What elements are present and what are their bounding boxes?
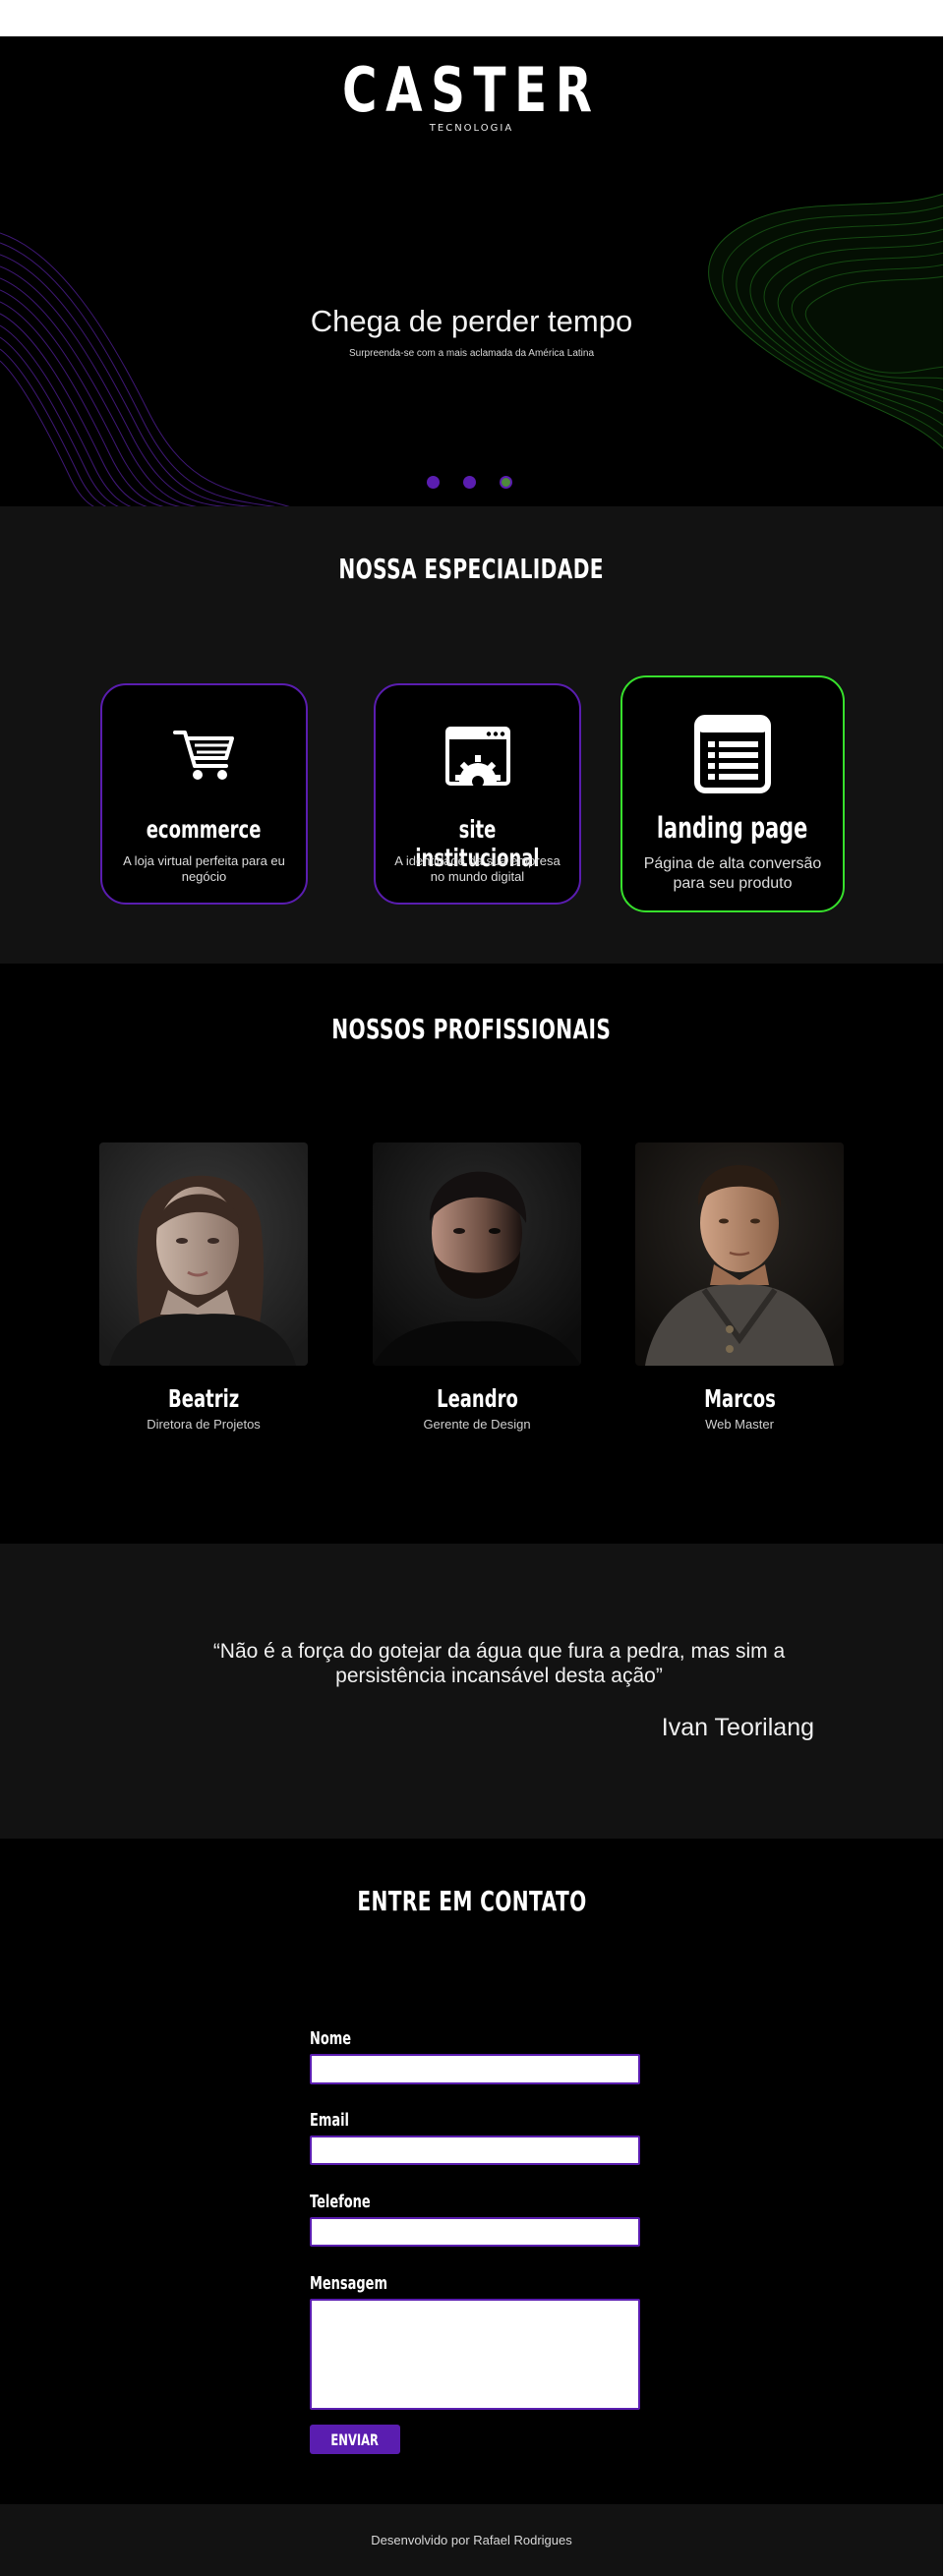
carousel-indicators — [427, 476, 512, 489]
card-description: Página de alta conversão para seu produt… — [643, 855, 822, 892]
caster-logo[interactable]: CASTER TECNOLOGIA — [0, 54, 943, 135]
photo-beatriz — [99, 1142, 308, 1366]
name-input[interactable] — [310, 2054, 640, 2084]
card-description: A loja virtual perfeita para eu negócio — [123, 853, 285, 885]
professional-name: Marcos — [703, 1384, 776, 1413]
photo-marcos — [635, 1142, 844, 1366]
hero-subtitle: Surpreenda-se com a mais aclamada da Amé… — [348, 348, 595, 359]
quote-section: “Não é a força do gotejar da água que fu… — [0, 1544, 943, 1839]
card-description: A identidade da sua empresa no mundo dig… — [394, 853, 561, 885]
name-label: Nome — [310, 2028, 352, 2049]
professional-name: Leandro — [436, 1384, 518, 1413]
specialty-title: NOSSA ESPECIALIDADE — [338, 553, 605, 585]
purple-wave-decoration — [0, 232, 290, 506]
hero-title: Chega de perder tempo — [310, 304, 633, 338]
email-label: Email — [310, 2110, 349, 2131]
specialty-section: NOSSA ESPECIALIDADE ecommerce A loja vir… — [0, 506, 943, 964]
logo-title: CASTER — [342, 54, 601, 126]
page: CASTER TECNOLOGIA Chega de perder tempo … — [0, 0, 945, 2576]
footer-credit: Desenvolvido por Rafael Rodrigues — [371, 2533, 572, 2547]
contact-title: ENTRE EM CONTATO — [356, 1885, 587, 1917]
cart-icon — [102, 727, 306, 784]
professional-name: Beatriz — [167, 1384, 240, 1413]
professionals-title: NOSSOS PROFISSIONAIS — [331, 1013, 612, 1045]
professionals-section: NOSSOS PROFISSIONAIS Beatriz Diretora de — [0, 964, 943, 1544]
contact-section: ENTRE EM CONTATO Nome Email Telefone Men… — [0, 1839, 943, 2504]
browser-gear-icon — [376, 727, 579, 786]
message-textarea[interactable] — [310, 2299, 640, 2410]
professional-role: Gerente de Design — [423, 1417, 531, 1432]
photo-leandro — [373, 1142, 581, 1366]
footer: Desenvolvido por Rafael Rodrigues — [0, 2504, 943, 2576]
card-title: landing page — [657, 811, 808, 845]
carousel-dot-2[interactable] — [463, 476, 476, 489]
quote-author: Ivan Teorilang — [661, 1714, 814, 1741]
card-ecommerce[interactable]: ecommerce A loja virtual perfeita para e… — [100, 683, 308, 905]
professional-role: Web Master — [705, 1417, 774, 1432]
professional-role: Diretora de Projetos — [147, 1417, 261, 1432]
send-button[interactable]: ENVIAR — [310, 2425, 400, 2454]
phone-label: Telefone — [310, 2192, 371, 2212]
carousel-dot-3[interactable] — [500, 476, 512, 489]
card-landing-page[interactable]: landing page Página de alta conversão pa… — [620, 675, 845, 912]
landing-page-icon — [622, 715, 843, 793]
card-title: ecommerce — [147, 815, 262, 844]
message-label: Mensagem — [310, 2273, 387, 2294]
quote-text: “Não é a força do gotejar da água que fu… — [212, 1640, 786, 1688]
hero-banner: CASTER TECNOLOGIA Chega de perder tempo … — [0, 36, 943, 506]
email-input[interactable] — [310, 2136, 640, 2165]
carousel-dot-1[interactable] — [427, 476, 440, 489]
card-site-institucional[interactable]: site institucional A identidade da sua e… — [374, 683, 581, 905]
phone-input[interactable] — [310, 2217, 640, 2247]
